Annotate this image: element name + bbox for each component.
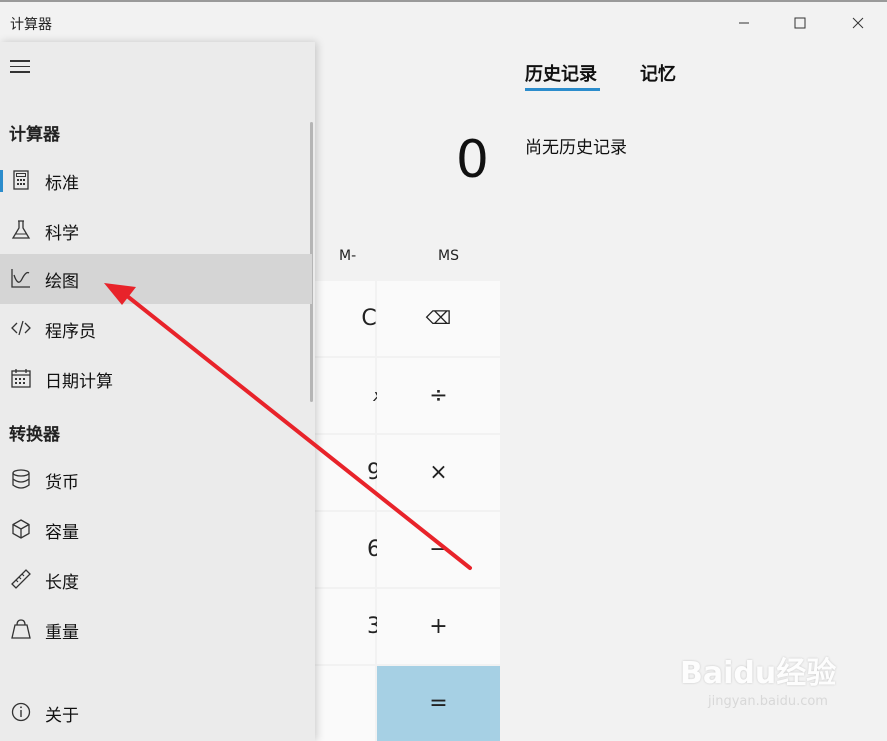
nav-item-currency[interactable]: 货币 [0,455,312,503]
window-title: 计算器 [10,17,52,33]
coins-icon [12,469,30,489]
nav-label-volume: 容量 [45,523,79,543]
nav-label-currency: 货币 [45,473,79,493]
divide-button[interactable]: ÷ [377,358,500,433]
nav-label-weight: 重量 [45,623,79,643]
history-empty-message: 尚无历史记录 [525,138,627,158]
memory-store-button[interactable]: MS [438,248,459,264]
close-button[interactable] [830,4,886,42]
tab-history[interactable]: 历史记录 [525,60,597,86]
nav-item-programmer[interactable]: 程序员 [0,304,312,352]
nav-label-scientific: 科学 [45,224,79,244]
cube-icon [12,519,30,539]
maximize-icon [794,17,806,29]
calculator-icon [13,170,29,190]
multiply-icon: × [429,460,448,485]
nav-item-date-calculation[interactable]: 日期计算 [0,354,312,402]
multiply-button[interactable]: × [377,435,500,510]
watermark-logo: Baidu经验 jingyan.baidu.com [678,640,878,720]
info-icon [11,702,31,722]
nav-item-weight[interactable]: 重量 [0,605,312,653]
flask-icon [11,220,31,239]
equals-button[interactable]: = [377,666,500,741]
minimize-icon [739,22,749,24]
minimize-button[interactable] [716,4,772,42]
plus-icon: + [429,614,448,639]
minus-icon: − [429,537,448,562]
nav-label-length: 长度 [45,573,79,593]
calendar-icon [11,369,31,388]
hamburger-menu-icon[interactable] [10,60,30,74]
nav-label-about: 关于 [45,706,79,726]
backspace-button[interactable]: ⌫ [377,281,500,356]
weight-icon [11,619,31,639]
equals-icon: = [429,691,448,716]
section-header-calculator: 计算器 [9,125,60,145]
active-tab-indicator [525,88,600,91]
nav-label-graphing: 绘图 [45,272,79,292]
backspace-icon: ⌫ [425,308,452,329]
close-icon [852,17,864,29]
display-value: 0 [455,130,489,190]
watermark-url: jingyan.baidu.com [708,694,828,709]
divide-icon: ÷ [429,383,448,408]
clear-label: C [361,306,377,331]
tab-memory[interactable]: 记忆 [640,60,676,86]
active-item-indicator [0,170,3,192]
plus-button[interactable]: + [377,589,500,664]
nav-label-standard: 标准 [45,174,79,194]
maximize-button[interactable] [772,4,828,42]
graph-icon [11,269,30,288]
section-header-converter: 转换器 [9,425,60,445]
nav-item-graphing[interactable]: 绘图 [0,254,312,304]
minus-button[interactable]: − [377,512,500,587]
nav-item-about[interactable]: 关于 [0,688,312,736]
nav-item-scientific[interactable]: 科学 [0,206,312,254]
ruler-icon [11,569,31,589]
title-bar: 计算器 [0,2,887,42]
nav-item-volume[interactable]: 容量 [0,505,312,553]
navigation-drawer: 计算器 标准 科学 绘图 程序员 日期计算 转换器 货币 容量 长度 重量 关于 [0,42,315,741]
nav-label-programmer: 程序员 [45,322,96,342]
nav-item-length[interactable]: 长度 [0,555,312,603]
nav-item-standard[interactable]: 标准 [0,156,312,204]
code-icon [11,320,31,336]
nav-label-date-calculation: 日期计算 [45,372,113,392]
memory-subtract-button[interactable]: M- [339,248,356,264]
watermark-text: Baidu经验 [680,656,837,691]
